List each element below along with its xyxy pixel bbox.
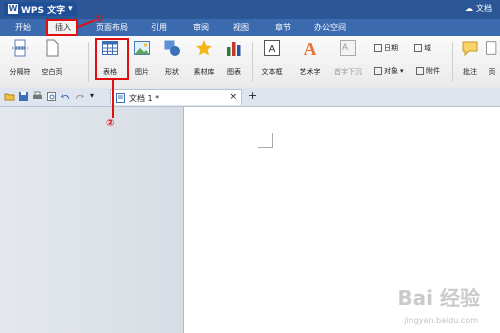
title-bar: W WPS 文字 ▾ ☁ 文档: [0, 0, 500, 19]
picture-button[interactable]: 图片: [128, 39, 156, 77]
object-label: 对象: [384, 67, 398, 75]
page-break-icon: [12, 39, 28, 57]
annotation-arrow-2: [112, 80, 114, 118]
print-icon[interactable]: [32, 91, 43, 102]
page-break-label: 分隔符: [9, 68, 31, 76]
blank-page-label: 空白页: [41, 68, 63, 76]
field-icon: [414, 44, 422, 52]
page-label: 页: [488, 68, 496, 76]
tab-section[interactable]: 章节: [268, 19, 298, 36]
field-label: 域: [424, 44, 431, 52]
page-icon: [486, 41, 497, 55]
new-tab-button[interactable]: +: [248, 89, 257, 102]
divider: [452, 42, 453, 82]
svg-text:A: A: [304, 39, 317, 57]
blank-page-button[interactable]: 空白页: [38, 39, 66, 77]
tab-home[interactable]: 开始: [8, 19, 38, 36]
divider: [252, 42, 253, 82]
tab-view[interactable]: 视图: [226, 19, 256, 36]
picture-icon: [134, 41, 150, 55]
print-preview-icon[interactable]: [46, 91, 57, 102]
picture-label: 图片: [135, 68, 149, 76]
doc-link-label: 文档: [476, 4, 492, 13]
page-break-button[interactable]: 分隔符: [6, 39, 34, 77]
watermark-logo: Bai 经验: [397, 286, 480, 310]
undo-icon[interactable]: [60, 91, 71, 102]
textbox-icon: A: [264, 40, 280, 56]
shape-button[interactable]: 形状: [158, 39, 186, 77]
shape-label: 形状: [165, 68, 179, 76]
paperclip-icon: [416, 67, 424, 75]
tab-office-space[interactable]: 办公空间: [308, 19, 352, 36]
dropcap-button[interactable]: A 首字下沉: [334, 39, 362, 77]
wps-logo-icon: W: [8, 4, 18, 14]
object-icon: [374, 67, 382, 75]
wordart-button[interactable]: A 艺术字: [296, 39, 324, 77]
doc-tab-title: 文档 1 *: [129, 94, 160, 103]
tab-strip: ▾ 文档 1 * × +: [0, 88, 500, 107]
margin-corner-mark: [258, 133, 273, 148]
annotation-box-insert: [46, 19, 78, 36]
textbox-button[interactable]: A 文本框: [258, 39, 286, 77]
customize-chevron-icon[interactable]: ▾: [90, 91, 94, 100]
doc-tab[interactable]: 文档 1 * ×: [110, 89, 242, 105]
comment-label: 批注: [463, 68, 477, 76]
watermark-url: jingyan.baidu.com: [404, 316, 478, 325]
wordart-icon: A: [304, 39, 317, 59]
dropcap-icon: A: [340, 40, 356, 56]
open-folder-icon[interactable]: [4, 91, 15, 102]
tab-references[interactable]: 引用: [144, 19, 174, 36]
object-button[interactable]: 对象 ▾: [374, 66, 404, 76]
material-button[interactable]: 素材库: [190, 39, 218, 77]
comment-icon: [462, 41, 478, 57]
date-button[interactable]: 日期: [374, 43, 398, 53]
doc-link[interactable]: ☁ 文档: [465, 3, 492, 14]
chevron-down-icon: ▾: [68, 4, 73, 14]
cloud-icon: ☁: [465, 4, 473, 13]
chart-icon: [227, 42, 241, 56]
shape-icon: [164, 40, 180, 56]
app-name: WPS 文字: [21, 5, 66, 16]
star-icon: [196, 40, 212, 56]
date-label: 日期: [384, 44, 398, 52]
dropcap-label: 首字下沉: [334, 68, 362, 76]
blank-page-icon: [46, 39, 59, 57]
svg-text:A: A: [269, 44, 276, 55]
left-panel: [0, 107, 184, 333]
annotation-box-table: [95, 38, 129, 80]
annotation-number-2: ②: [106, 118, 115, 129]
wordart-label: 艺术字: [299, 68, 321, 76]
calendar-icon: [374, 44, 382, 52]
ribbon: 分隔符 空白页 表格 图片 形状 素材库 图表 A 文本框 A 艺术字 A 首字…: [0, 36, 500, 89]
app-menu-button[interactable]: W WPS 文字 ▾: [4, 2, 77, 16]
save-icon[interactable]: [18, 91, 29, 102]
chart-label: 图表: [227, 68, 241, 76]
chart-button[interactable]: 图表: [220, 39, 248, 77]
tab-review[interactable]: 审阅: [186, 19, 216, 36]
attachment-button[interactable]: 附件: [416, 66, 440, 76]
annotation-number-1: ①: [95, 14, 104, 25]
svg-text:A: A: [342, 42, 348, 52]
textbox-label: 文本框: [261, 68, 283, 76]
material-label: 素材库: [193, 68, 215, 76]
document-icon: [116, 93, 125, 103]
field-button[interactable]: 域: [414, 43, 431, 53]
comment-button[interactable]: 批注: [456, 39, 484, 77]
chevron-down-icon: ▾: [400, 67, 404, 75]
close-icon[interactable]: ×: [229, 92, 237, 102]
divider: [88, 42, 89, 82]
attachment-label: 附件: [426, 67, 440, 75]
redo-icon[interactable]: [74, 91, 85, 102]
page-button[interactable]: 页: [484, 39, 500, 77]
